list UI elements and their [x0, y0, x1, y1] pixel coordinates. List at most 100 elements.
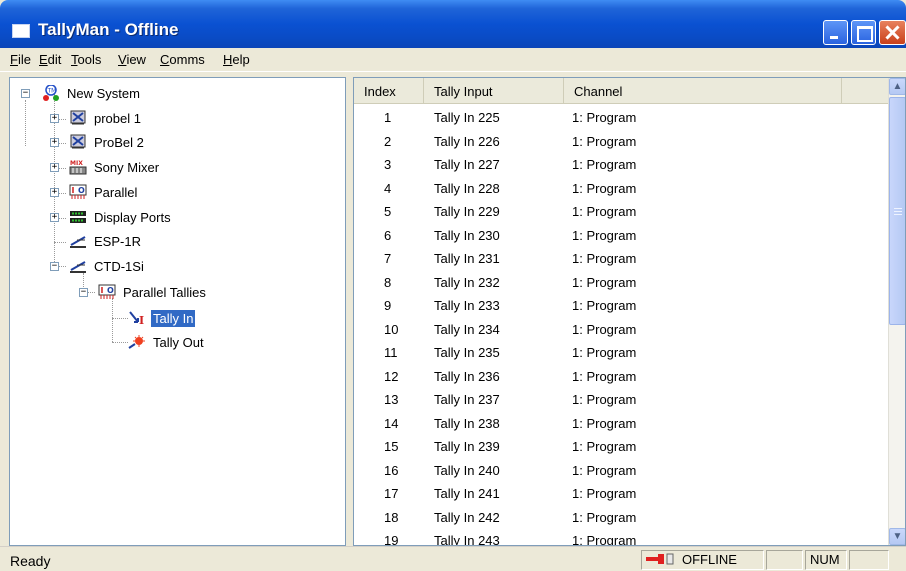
menu-file[interactable]: File: [10, 52, 31, 67]
expand-toggle[interactable]: +: [50, 188, 59, 197]
index-cell: 19: [384, 533, 399, 546]
tally-input-cell: Tally In 241: [434, 486, 500, 501]
tree-item-parallel[interactable]: IO Parallel: [69, 181, 139, 203]
table-row[interactable]: 8 Tally In 232 1: Program: [354, 271, 889, 295]
index-cell: 15: [384, 439, 399, 454]
column-header-index[interactable]: Index: [354, 78, 424, 104]
menu-edit[interactable]: Edit: [39, 52, 61, 67]
channel-cell: 1: Program: [572, 251, 637, 266]
minimize-button[interactable]: [823, 20, 848, 45]
expand-toggle[interactable]: +: [50, 213, 59, 222]
table-row[interactable]: 2 Tally In 226 1: Program: [354, 130, 889, 154]
tree-item-sony-mixer[interactable]: MIX Sony Mixer: [69, 156, 161, 178]
table-row[interactable]: 15 Tally In 239 1: Program: [354, 435, 889, 459]
index-cell: 14: [384, 415, 399, 431]
status-panel-empty: [766, 550, 803, 570]
index-cell: 1: [384, 110, 392, 125]
table-row[interactable]: 14 Tally In 238 1: Program: [354, 412, 889, 436]
channel-cell: 1: Program: [572, 462, 637, 478]
tally-input-cell: Tally In 235: [434, 345, 500, 360]
index-cell: 2: [384, 133, 392, 149]
table-row[interactable]: 13 Tally In 237 1: Program: [354, 388, 889, 412]
table-row[interactable]: 17 Tally In 241 1: Program: [354, 482, 889, 506]
system-tree[interactable]: − TM New System + probel 1 + ProBel 2 +: [9, 77, 346, 546]
table-row[interactable]: 18 Tally In 242 1: Program: [354, 506, 889, 530]
channel-cell: 1: Program: [572, 274, 637, 290]
expand-toggle[interactable]: +: [50, 114, 59, 123]
tally-input-cell: Tally In 233: [434, 298, 500, 313]
index-cell: 7: [384, 251, 392, 266]
channel-cell: 1: Program: [572, 368, 637, 384]
scroll-up-button[interactable]: ▲: [889, 78, 905, 95]
table-row[interactable]: 16 Tally In 240 1: Program: [354, 459, 889, 483]
column-header-tally-input[interactable]: Tally Input: [424, 78, 564, 104]
collapse-toggle[interactable]: −: [79, 288, 88, 297]
table-row[interactable]: 6 Tally In 230 1: Program: [354, 224, 889, 248]
channel-cell: 1: Program: [572, 415, 637, 431]
menu-comms[interactable]: Comms: [160, 52, 205, 67]
table-row[interactable]: 9 Tally In 233 1: Program: [354, 294, 889, 318]
table-row[interactable]: 19 Tally In 243 1: Program: [354, 529, 889, 546]
maximize-button[interactable]: [851, 20, 876, 45]
expand-toggle[interactable]: +: [50, 138, 59, 147]
vertical-scrollbar[interactable]: ▲ ▼: [888, 78, 905, 545]
channel-cell: 1: Program: [572, 157, 637, 172]
close-button[interactable]: [879, 20, 906, 45]
tally-out-icon: [128, 334, 146, 350]
tree-item-label: Display Ports: [94, 209, 171, 225]
parallel-io-icon: IO: [98, 284, 116, 300]
tally-list[interactable]: Index Tally Input Channel 1 Tally In 225 1…: [353, 77, 906, 546]
tree-item-display-ports[interactable]: Display Ports: [69, 206, 173, 228]
parallel-io-icon: IO: [69, 184, 87, 200]
expand-toggle[interactable]: +: [50, 163, 59, 172]
scroll-thumb[interactable]: [889, 97, 905, 325]
tree-item-probel-2[interactable]: ProBel 2: [69, 131, 146, 153]
tree-item-ctd-1si[interactable]: CTD-1Si: [69, 255, 146, 277]
collapse-toggle[interactable]: −: [50, 262, 59, 271]
svg-text:I: I: [72, 186, 75, 195]
channel-cell: 1: Program: [572, 533, 637, 546]
connection-status: OFFLINE: [682, 552, 737, 567]
table-row[interactable]: 5 Tally In 229 1: Program: [354, 200, 889, 224]
menu-tools[interactable]: Tools: [71, 52, 101, 67]
index-cell: 6: [384, 227, 392, 243]
collapse-toggle[interactable]: −: [21, 89, 30, 98]
tree-item-parallel-tallies[interactable]: IO Parallel Tallies: [98, 281, 208, 303]
tally-input-cell: Tally In 238: [434, 415, 500, 431]
tally-input-cell: Tally In 225: [434, 110, 500, 125]
tree-item-label: Parallel Tallies: [123, 284, 206, 300]
table-row[interactable]: 3 Tally In 227 1: Program: [354, 153, 889, 177]
tree-item-probel-1[interactable]: probel 1: [69, 107, 143, 129]
table-row[interactable]: 11 Tally In 235 1: Program: [354, 341, 889, 365]
table-row[interactable]: 12 Tally In 236 1: Program: [354, 365, 889, 389]
table-row[interactable]: 1 Tally In 225 1: Program: [354, 106, 889, 130]
column-header-channel[interactable]: Channel: [564, 78, 842, 104]
menu-help[interactable]: Help: [223, 52, 250, 67]
tree-item-new-system[interactable]: TM New System: [42, 82, 142, 104]
table-row[interactable]: 7 Tally In 231 1: Program: [354, 247, 889, 271]
tally-input-cell: Tally In 234: [434, 321, 500, 337]
svg-text:O: O: [78, 186, 85, 195]
table-row[interactable]: 4 Tally In 228 1: Program: [354, 177, 889, 201]
channel-cell: 1: Program: [572, 321, 637, 337]
title-bar[interactable]: TallyMan - Offline: [0, 0, 906, 48]
pane-splitter[interactable]: [346, 77, 353, 546]
tally-input-cell: Tally In 232: [434, 274, 500, 290]
tally-input-cell: Tally In 237: [434, 392, 500, 407]
tally-input-cell: Tally In 243: [434, 533, 500, 546]
table-row[interactable]: 10 Tally In 234 1: Program: [354, 318, 889, 342]
tree-item-label: Tally Out: [153, 334, 204, 350]
connection-status-panel: OFFLINE: [641, 550, 764, 570]
tree-item-tally-in[interactable]: I Tally In: [128, 307, 197, 329]
tally-input-cell: Tally In 227: [434, 157, 500, 172]
index-cell: 10: [384, 321, 399, 337]
tree-item-tally-out[interactable]: Tally Out: [128, 331, 206, 353]
tree-item-esp-1r[interactable]: ESP-1R: [69, 230, 143, 252]
disconnected-plug-icon: [646, 552, 676, 570]
scroll-down-button[interactable]: ▼: [889, 528, 905, 545]
svg-text:O: O: [107, 286, 114, 295]
tree-item-label: Tally In: [149, 308, 197, 328]
tree-item-label: ESP-1R: [94, 233, 141, 249]
index-cell: 13: [384, 392, 399, 407]
menu-view[interactable]: View: [118, 52, 146, 67]
